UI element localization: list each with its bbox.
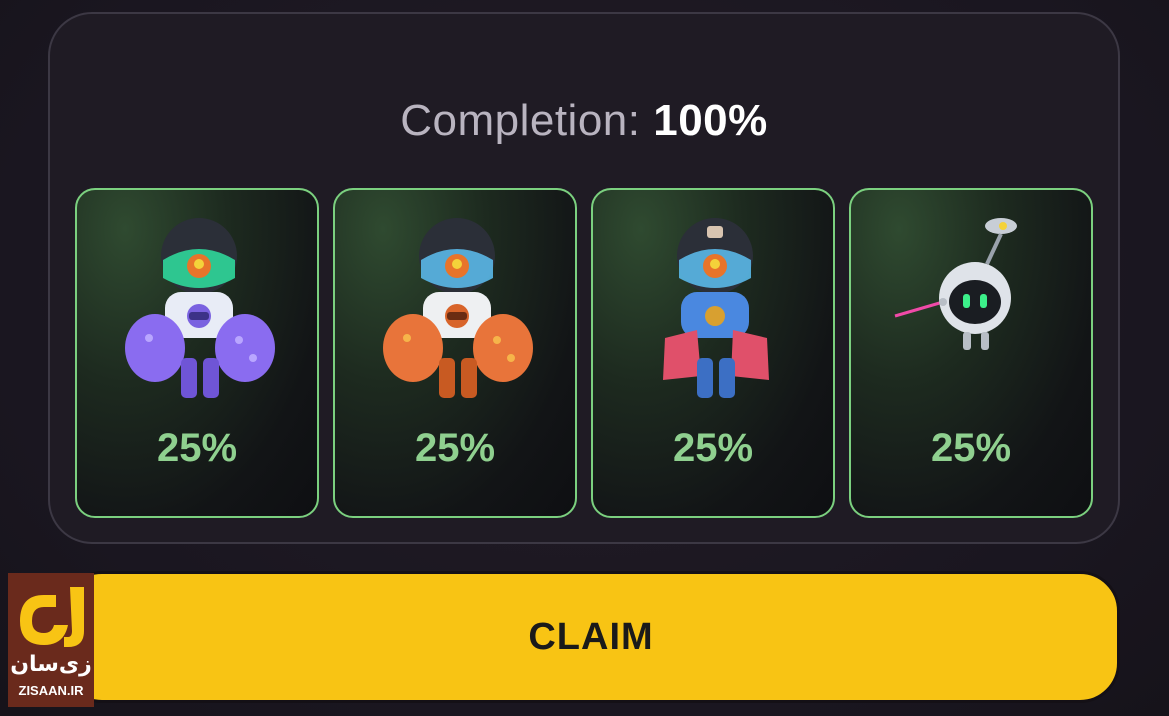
collectible-card-3[interactable]: 25% xyxy=(591,188,835,518)
zisaan-logo-icon xyxy=(20,587,84,647)
orange-mech-robot-icon xyxy=(383,218,533,398)
claim-button[interactable]: CLAIM xyxy=(62,571,1120,703)
watermark-persian: زی‌سان xyxy=(10,651,92,676)
completion-label: Completion: xyxy=(400,96,641,145)
collectible-card-2[interactable]: 25% xyxy=(333,188,577,518)
card-percent: 25% xyxy=(156,426,238,470)
card-percent: 25% xyxy=(414,426,496,470)
watermark-latin: ZISAAN.IR xyxy=(18,683,84,698)
claim-button-label: CLAIM xyxy=(528,615,654,658)
flying-drone-robot-icon xyxy=(894,218,1017,350)
card-percent: 25% xyxy=(672,426,754,470)
collectible-card-1[interactable]: 25% xyxy=(75,188,319,518)
reward-screen: Completion: 100% 25% 25% 25% 25% CLAIM ز… xyxy=(0,0,1169,716)
completion-value: 100% xyxy=(653,96,768,145)
card-percent: 25% xyxy=(930,426,1012,470)
blue-red-mech-robot-icon xyxy=(663,218,769,398)
collectible-card-4[interactable]: 25% xyxy=(849,188,1093,518)
zisaan-watermark-logo: زی‌سان ZISAAN.IR xyxy=(8,573,94,707)
completion-text: Completion: 100% xyxy=(50,96,1118,146)
purple-mech-robot-icon xyxy=(125,218,275,398)
